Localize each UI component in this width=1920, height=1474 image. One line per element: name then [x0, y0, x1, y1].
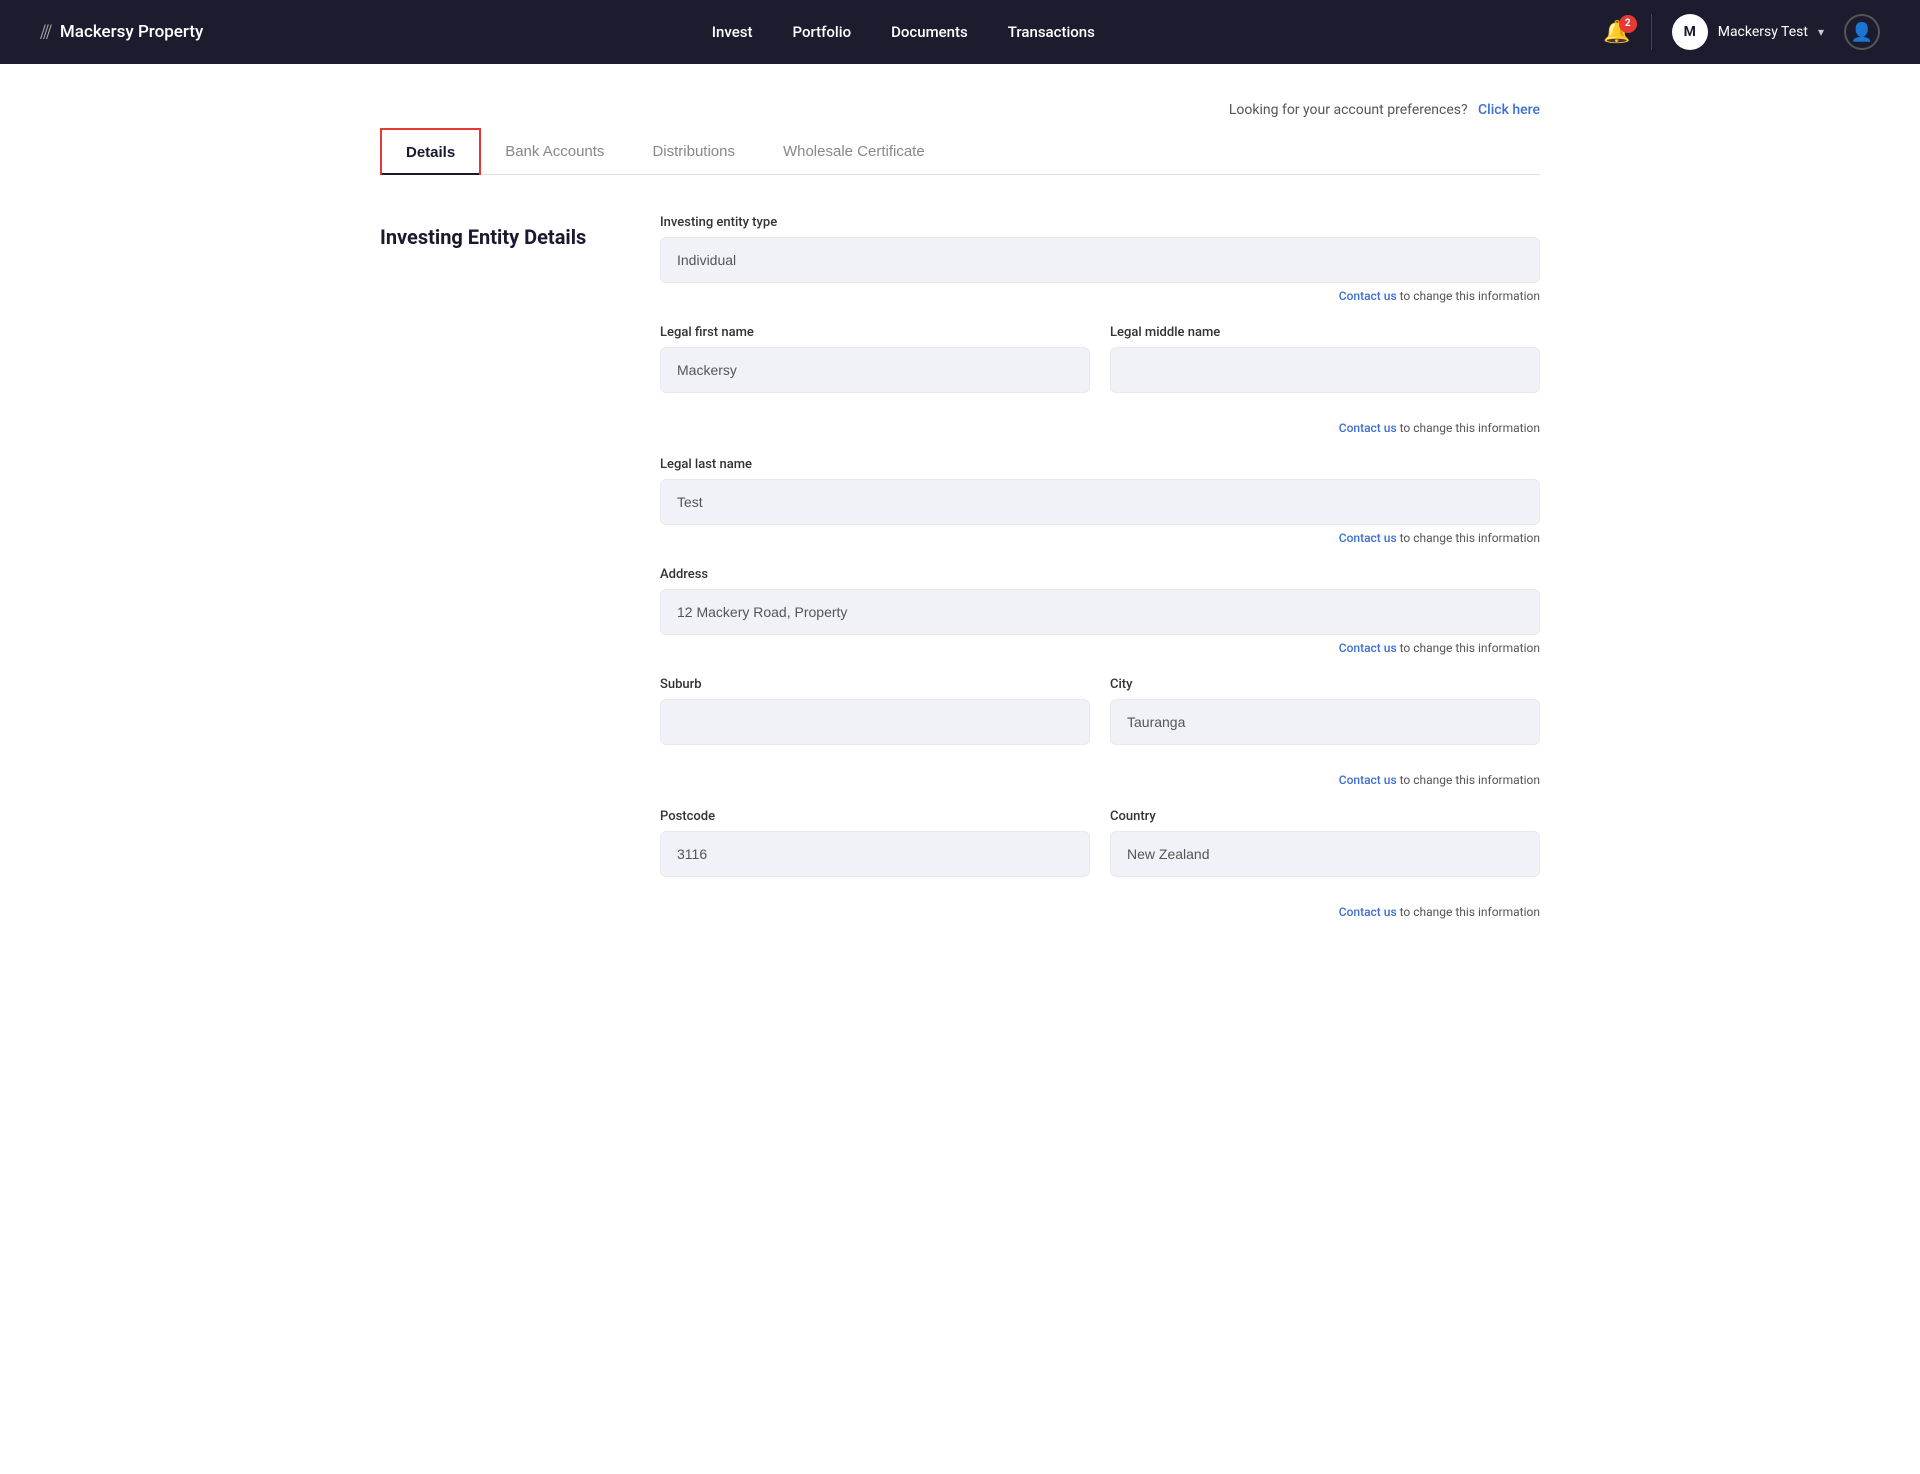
- user-name: Mackersy Test: [1718, 24, 1808, 40]
- postcode-group: Postcode: [660, 809, 1090, 877]
- first-name-group: Legal first name: [660, 325, 1090, 393]
- avatar: M: [1672, 14, 1708, 50]
- suburb-city-row: Suburb City: [660, 677, 1540, 767]
- country-input[interactable]: [1110, 831, 1540, 877]
- entity-type-label: Investing entity type: [660, 215, 1540, 230]
- notifications-bell[interactable]: 🔔 2: [1603, 20, 1630, 45]
- entity-type-contact-link[interactable]: Contact us: [1339, 289, 1397, 303]
- last-name-contact-note: Contact us to change this information: [660, 531, 1540, 545]
- city-label: City: [1110, 677, 1540, 692]
- tabs-container: Details Bank Accounts Distributions Whol…: [380, 128, 1540, 175]
- tab-distributions[interactable]: Distributions: [628, 128, 759, 174]
- nav-transactions[interactable]: Transactions: [1008, 23, 1095, 41]
- profile-icon[interactable]: 👤: [1844, 14, 1880, 50]
- brand-name: Mackersy Property: [60, 22, 203, 42]
- names-contact-link[interactable]: Contact us: [1339, 421, 1397, 435]
- city-group: City: [1110, 677, 1540, 745]
- address-label: Address: [660, 567, 1540, 582]
- postcode-country-contact-text: to change this information: [1400, 905, 1540, 919]
- first-name-input[interactable]: [660, 347, 1090, 393]
- notification-badge: 2: [1619, 15, 1637, 33]
- entity-type-group: Investing entity type Contact us to chan…: [660, 215, 1540, 303]
- middle-name-label: Legal middle name: [1110, 325, 1540, 340]
- first-name-label: Legal first name: [660, 325, 1090, 340]
- names-contact-text: to change this information: [1400, 421, 1540, 435]
- postcode-input[interactable]: [660, 831, 1090, 877]
- middle-name-group: Legal middle name: [1110, 325, 1540, 393]
- last-name-input[interactable]: [660, 479, 1540, 525]
- nav-links: Invest Portfolio Documents Transactions: [712, 23, 1095, 41]
- person-icon: 👤: [1851, 22, 1873, 43]
- navbar: ⫻ Mackersy Property Invest Portfolio Doc…: [0, 0, 1920, 64]
- entity-type-contact-note: Contact us to change this information: [660, 289, 1540, 303]
- form-section: Investing Entity Details Investing entit…: [380, 215, 1540, 919]
- suburb-city-contact-link[interactable]: Contact us: [1339, 773, 1397, 787]
- brand: ⫻ Mackersy Property: [40, 20, 203, 44]
- navbar-divider: [1651, 14, 1652, 50]
- country-label: Country: [1110, 809, 1540, 824]
- account-pref-bar: Looking for your account preferences? Cl…: [380, 84, 1540, 128]
- section-heading: Investing Entity Details: [380, 225, 600, 249]
- last-name-label: Legal last name: [660, 457, 1540, 472]
- account-pref-link[interactable]: Click here: [1478, 102, 1540, 118]
- name-row: Legal first name Legal middle name: [660, 325, 1540, 415]
- tab-bank-accounts[interactable]: Bank Accounts: [481, 128, 628, 174]
- user-menu[interactable]: M Mackersy Test ▾: [1672, 14, 1824, 50]
- country-group: Country: [1110, 809, 1540, 877]
- suburb-input[interactable]: [660, 699, 1090, 745]
- address-contact-note: Contact us to change this information: [660, 641, 1540, 655]
- middle-name-input[interactable]: [1110, 347, 1540, 393]
- form-section-title: Investing Entity Details: [380, 215, 600, 919]
- suburb-label: Suburb: [660, 677, 1090, 692]
- nav-portfolio[interactable]: Portfolio: [792, 23, 851, 41]
- tab-details[interactable]: Details: [380, 128, 481, 175]
- address-contact-text: to change this information: [1400, 641, 1540, 655]
- address-input[interactable]: [660, 589, 1540, 635]
- postcode-label: Postcode: [660, 809, 1090, 824]
- navbar-right: 🔔 2 M Mackersy Test ▾ 👤: [1603, 14, 1880, 50]
- address-contact-link[interactable]: Contact us: [1339, 641, 1397, 655]
- entity-type-input[interactable]: [660, 237, 1540, 283]
- address-group: Address Contact us to change this inform…: [660, 567, 1540, 655]
- last-name-contact-text: to change this information: [1400, 531, 1540, 545]
- entity-type-contact-text: to change this information: [1400, 289, 1540, 303]
- main-content: Looking for your account preferences? Cl…: [340, 64, 1580, 959]
- chevron-down-icon: ▾: [1818, 25, 1824, 39]
- suburb-group: Suburb: [660, 677, 1090, 745]
- tab-wholesale-certificate[interactable]: Wholesale Certificate: [759, 128, 949, 174]
- nav-documents[interactable]: Documents: [891, 23, 968, 41]
- nav-invest[interactable]: Invest: [712, 23, 753, 41]
- postcode-country-contact-note: Contact us to change this information: [660, 905, 1540, 919]
- postcode-country-row: Postcode Country: [660, 809, 1540, 899]
- names-contact-note: Contact us to change this information: [660, 421, 1540, 435]
- account-pref-text: Looking for your account preferences?: [1229, 102, 1468, 118]
- city-input[interactable]: [1110, 699, 1540, 745]
- last-name-group: Legal last name Contact us to change thi…: [660, 457, 1540, 545]
- postcode-country-contact-link[interactable]: Contact us: [1339, 905, 1397, 919]
- suburb-city-contact-note: Contact us to change this information: [660, 773, 1540, 787]
- suburb-city-contact-text: to change this information: [1400, 773, 1540, 787]
- last-name-contact-link[interactable]: Contact us: [1339, 531, 1397, 545]
- form-fields: Investing entity type Contact us to chan…: [660, 215, 1540, 919]
- brand-icon: ⫻: [40, 20, 50, 44]
